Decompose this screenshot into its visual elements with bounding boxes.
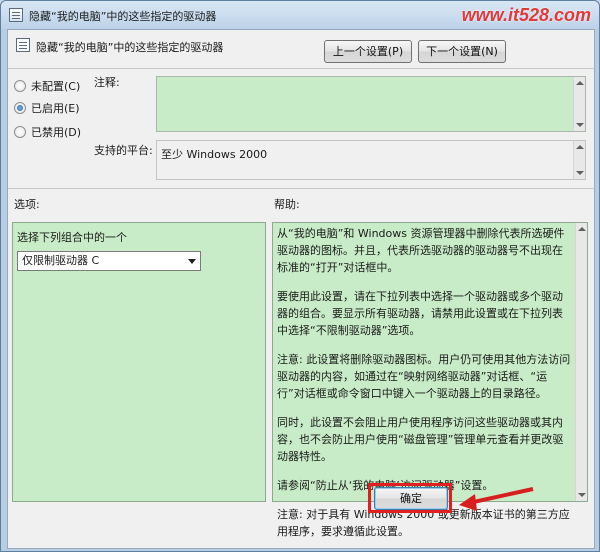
scroll-down-icon[interactable]	[576, 123, 584, 127]
help-paragraph: 同时，此设置不会阻止用户使用程序访问这些驱动器或其内容，也不会防止用户使用“磁盘…	[277, 416, 564, 463]
dialog-window: 隐藏“我的电脑”中的这些指定的驱动器 www.it528.com 隐藏“我的电脑…	[0, 0, 600, 552]
platform-scrollbar[interactable]	[573, 141, 585, 179]
radio-not-configured-circle[interactable]	[14, 80, 26, 92]
next-setting-button[interactable]: 下一个设置(N)	[418, 40, 506, 63]
comment-scrollbar[interactable]	[573, 77, 585, 131]
policy-header-icon	[16, 38, 30, 52]
platform-value: 至少 Windows 2000	[161, 148, 268, 161]
platform-label: 支持的平台:	[94, 144, 153, 157]
radio-enabled-label: 已启用(E)	[31, 102, 80, 115]
policy-icon	[9, 8, 23, 22]
scroll-down-icon[interactable]	[576, 171, 584, 175]
dropdown-selected-value: 仅限制驱动器 C	[22, 254, 100, 267]
window-title: 隐藏“我的电脑”中的这些指定的驱动器	[29, 10, 217, 23]
radio-not-configured[interactable]: 未配置(C)	[14, 78, 80, 94]
help-paragraph: 从“我的电脑”和 Windows 资源管理器中删除代表所选硬件驱动器的图标。并且…	[277, 227, 565, 274]
red-arrow-icon	[459, 487, 534, 511]
radio-disabled-circle[interactable]	[14, 126, 26, 138]
policy-title: 隐藏“我的电脑”中的这些指定的驱动器	[36, 41, 224, 54]
radio-disabled[interactable]: 已禁用(D)	[14, 124, 81, 140]
dialog-client: 隐藏“我的电脑”中的这些指定的驱动器 上一个设置(P) 下一个设置(N) 未配置…	[7, 29, 595, 549]
section-divider	[8, 188, 594, 189]
help-label: 帮助:	[274, 198, 300, 211]
help-panel: 从“我的电脑”和 Windows 资源管理器中删除代表所选硬件驱动器的图标。并且…	[272, 222, 588, 538]
header-divider	[8, 68, 594, 69]
help-scrollbar[interactable]	[575, 223, 587, 501]
help-paragraph: 注意: 此设置将删除驱动器图标。用户仍可使用其他方法访问驱动器的内容，如通过在“…	[277, 353, 571, 400]
title-bar[interactable]: 隐藏“我的电脑”中的这些指定的驱动器 www.it528.com	[1, 1, 599, 29]
radio-enabled[interactable]: 已启用(E)	[14, 100, 80, 116]
radio-enabled-circle[interactable]	[14, 102, 26, 114]
combo-label: 选择下列组合中的一个	[17, 231, 127, 244]
previous-setting-button[interactable]: 上一个设置(P)	[324, 40, 412, 63]
comment-label: 注释:	[94, 76, 120, 89]
chevron-down-icon[interactable]	[188, 259, 196, 264]
comment-textarea[interactable]	[156, 76, 586, 132]
radio-disabled-label: 已禁用(D)	[31, 126, 82, 139]
watermark: www.it528.com	[461, 5, 591, 25]
drive-restriction-dropdown[interactable]: 仅限制驱动器 C	[17, 251, 201, 271]
platform-field: 至少 Windows 2000	[156, 140, 586, 180]
scroll-up-icon[interactable]	[576, 81, 584, 85]
scroll-up-icon[interactable]	[576, 145, 584, 149]
radio-not-configured-label: 未配置(C)	[31, 80, 81, 93]
ok-button[interactable]: 确定	[374, 487, 448, 510]
options-label: 选项:	[14, 198, 40, 211]
scroll-up-icon[interactable]	[578, 227, 586, 231]
scroll-down-icon[interactable]	[578, 493, 586, 497]
options-panel: 选择下列组合中的一个 仅限制驱动器 C	[12, 222, 266, 502]
help-paragraph: 要使用此设置，请在下拉列表中选择一个驱动器或多个驱动器的组合。要显示所有驱动器，…	[277, 290, 563, 337]
